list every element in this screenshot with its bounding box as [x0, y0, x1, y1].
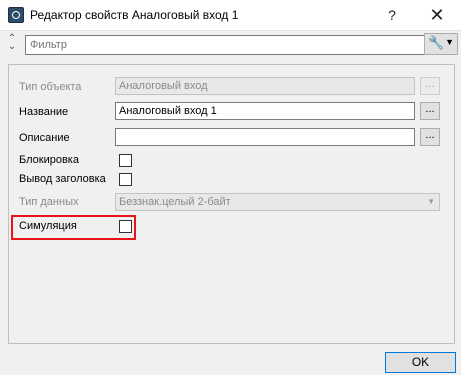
properties-panel: Тип объекта Аналоговый вход ... Название…	[8, 64, 455, 344]
object-type-browse-button: ...	[420, 77, 440, 95]
chevron-down-icon: ▼	[445, 37, 454, 47]
chevron-down-icon: ▼	[427, 197, 435, 206]
description-label: Описание	[19, 132, 70, 144]
title-bar: Редактор свойств Аналоговый вход 1 ? ✕	[0, 0, 461, 31]
app-icon	[8, 7, 24, 23]
description-field[interactable]	[115, 128, 415, 146]
close-button[interactable]: ✕	[415, 0, 459, 30]
wrench-icon: 🔧	[428, 35, 445, 50]
ok-button[interactable]: OK	[385, 352, 456, 373]
name-label: Название	[19, 106, 69, 118]
show-header-checkbox[interactable]	[119, 173, 132, 186]
data-type-select: Беззнак.целый 2-байт ▼	[115, 193, 440, 211]
object-type-label: Тип объекта	[19, 81, 82, 93]
name-browse-button[interactable]: ...	[420, 102, 440, 120]
lock-checkbox[interactable]	[119, 154, 132, 167]
sort-icon[interactable]: ⌃ ⌄	[6, 34, 18, 52]
data-type-label: Тип данных	[19, 196, 79, 208]
filter-row: ⌃⌄ 🔧 ▼	[0, 33, 461, 55]
description-browse-button[interactable]: ...	[420, 128, 440, 146]
data-type-value: Беззнак.целый 2-байт	[119, 196, 231, 208]
filter-input[interactable]	[25, 35, 426, 55]
simulation-label: Симуляция	[19, 220, 77, 232]
name-field[interactable]: Аналоговый вход 1	[115, 102, 415, 120]
lock-label: Блокировка	[19, 154, 79, 166]
show-header-label: Вывод заголовка	[19, 173, 106, 185]
simulation-checkbox[interactable]	[119, 220, 132, 233]
settings-dropdown-button[interactable]: 🔧 ▼	[424, 33, 458, 55]
window-title: Редактор свойств Аналоговый вход 1	[30, 8, 239, 22]
object-type-field: Аналоговый вход	[115, 77, 415, 95]
help-button[interactable]: ?	[370, 0, 414, 30]
